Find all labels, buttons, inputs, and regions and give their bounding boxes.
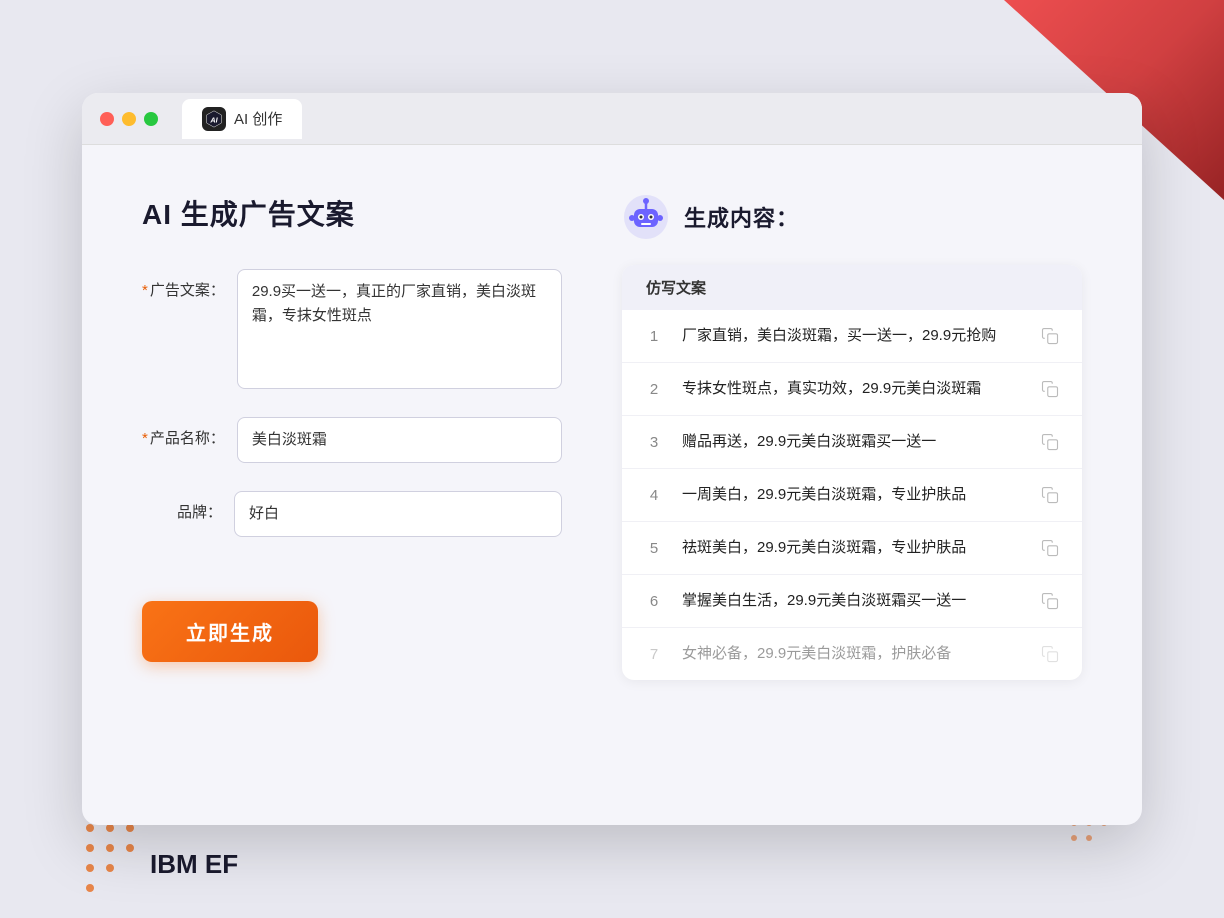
left-panel: AI 生成广告文案 *广告文案： 29.9买一送一，真正的厂家直销，美白淡斑霜，…	[142, 193, 562, 777]
result-row-num: 5	[642, 540, 666, 557]
result-row: 2 专抹女性斑点，真实功效，29.9元美白淡斑霜	[622, 363, 1082, 416]
svg-text:AI: AI	[209, 115, 218, 124]
label-product-name: *产品名称：	[142, 417, 225, 448]
result-row-text: 厂家直销，美白淡斑霜，买一送一，29.9元抢购	[682, 325, 1022, 348]
result-row: 5 祛斑美白，29.9元美白淡斑霜，专业护肤品	[622, 522, 1082, 575]
result-row-num: 1	[642, 328, 666, 345]
copy-icon[interactable]	[1038, 536, 1062, 560]
result-row-num: 2	[642, 381, 666, 398]
result-row-text: 祛斑美白，29.9元美白淡斑霜，专业护肤品	[682, 537, 1022, 560]
browser-window: AI AI 创作 AI 生成广告文案 *广告文案： 29.9买一送一，真正的厂家…	[82, 93, 1142, 825]
titlebar: AI AI 创作	[82, 93, 1142, 145]
result-row-num: 6	[642, 593, 666, 610]
result-row: 4 一周美白，29.9元美白淡斑霜，专业护肤品	[622, 469, 1082, 522]
ai-tab[interactable]: AI AI 创作	[182, 99, 302, 139]
right-header: 生成内容：	[622, 193, 1082, 241]
copy-icon[interactable]	[1038, 589, 1062, 613]
result-row: 3 赠品再送，29.9元美白淡斑霜买一送一	[622, 416, 1082, 469]
input-product-name[interactable]	[237, 417, 562, 463]
required-star-ad-copy: *	[142, 282, 148, 299]
result-row-num: 3	[642, 434, 666, 451]
form-row-ad-copy: *广告文案： 29.9买一送一，真正的厂家直销，美白淡斑霜，专抹女性斑点	[142, 269, 562, 389]
result-row-num: 4	[642, 487, 666, 504]
ai-tab-icon: AI	[202, 107, 226, 131]
copy-icon[interactable]	[1038, 324, 1062, 348]
right-panel-title: 生成内容：	[684, 201, 799, 233]
robot-icon	[622, 193, 670, 241]
maximize-button[interactable]	[144, 112, 158, 126]
minimize-button[interactable]	[122, 112, 136, 126]
result-row: 6 掌握美白生活，29.9元美白淡斑霜买一送一	[622, 575, 1082, 628]
copy-icon[interactable]	[1038, 642, 1062, 666]
result-row-text: 女神必备，29.9元美白淡斑霜，护肤必备	[682, 643, 1022, 666]
required-star-product: *	[142, 430, 148, 447]
results-list: 1 厂家直销，美白淡斑霜，买一送一，29.9元抢购 2 专抹女性斑点，真实功效，…	[622, 310, 1082, 680]
content-area: AI 生成广告文案 *广告文案： 29.9买一送一，真正的厂家直销，美白淡斑霜，…	[82, 145, 1142, 825]
result-row-text: 专抹女性斑点，真实功效，29.9元美白淡斑霜	[682, 378, 1022, 401]
result-row: 1 厂家直销，美白淡斑霜，买一送一，29.9元抢购	[622, 310, 1082, 363]
right-panel: 生成内容： 仿写文案 1 厂家直销，美白淡斑霜，买一送一，29.9元抢购 2 专…	[622, 193, 1082, 777]
result-row-text: 一周美白，29.9元美白淡斑霜，专业护肤品	[682, 484, 1022, 507]
input-ad-copy[interactable]: 29.9买一送一，真正的厂家直销，美白淡斑霜，专抹女性斑点	[237, 269, 562, 389]
label-brand: 品牌：	[142, 491, 222, 522]
traffic-lights	[100, 112, 158, 126]
close-button[interactable]	[100, 112, 114, 126]
result-row-num: 7	[642, 646, 666, 663]
label-ad-copy: *广告文案：	[142, 269, 225, 300]
tab-label: AI 创作	[234, 108, 282, 129]
result-row: 7 女神必备，29.9元美白淡斑霜，护肤必备	[622, 628, 1082, 680]
results-column-header: 仿写文案	[622, 265, 1082, 310]
copy-icon[interactable]	[1038, 430, 1062, 454]
result-row-text: 赠品再送，29.9元美白淡斑霜买一送一	[682, 431, 1022, 454]
results-table: 仿写文案 1 厂家直销，美白淡斑霜，买一送一，29.9元抢购 2 专抹女性斑点，…	[622, 265, 1082, 680]
svg-text:IBM EF: IBM EF	[150, 849, 238, 879]
form-row-product-name: *产品名称：	[142, 417, 562, 463]
input-brand[interactable]	[234, 491, 562, 537]
form-row-brand: 品牌：	[142, 491, 562, 537]
dots-decoration-bottom-left: IBM EF	[80, 818, 260, 898]
result-row-text: 掌握美白生活，29.9元美白淡斑霜买一送一	[682, 590, 1022, 613]
page-title: AI 生成广告文案	[142, 193, 562, 233]
copy-icon[interactable]	[1038, 377, 1062, 401]
copy-icon[interactable]	[1038, 483, 1062, 507]
generate-button[interactable]: 立即生成	[142, 601, 318, 662]
